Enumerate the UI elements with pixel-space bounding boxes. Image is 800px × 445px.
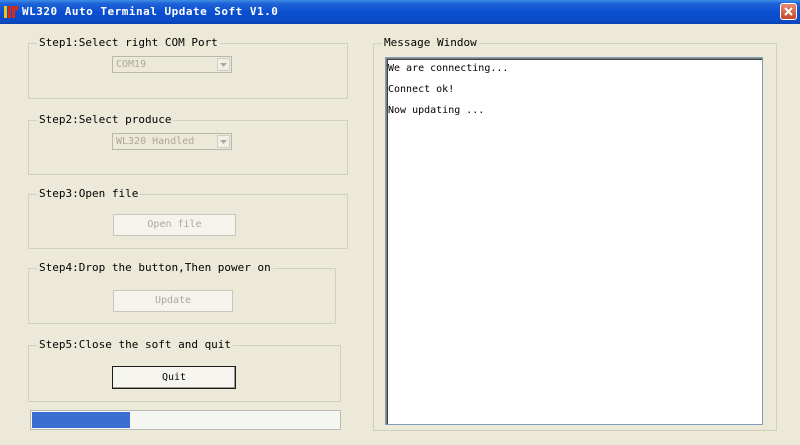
- step1-group: Step1:Select right COM Port COM19: [28, 36, 348, 99]
- product-select[interactable]: WL320 Handled: [112, 133, 232, 150]
- close-button[interactable]: [780, 3, 797, 20]
- com-port-select[interactable]: COM19: [112, 56, 232, 73]
- step1-label: Step1:Select right COM Port: [37, 36, 220, 49]
- com-port-value: COM19: [116, 59, 147, 70]
- quit-button[interactable]: Quit: [112, 366, 236, 389]
- step5-label: Step5:Close the soft and quit: [37, 338, 234, 351]
- step2-label: Step2:Select produce: [37, 113, 174, 126]
- open-file-button-label: Open file: [147, 219, 202, 230]
- step5-group: Step5:Close the soft and quit Quit: [28, 338, 341, 402]
- app-logo-icon: [4, 5, 18, 19]
- update-button-label: Update: [154, 295, 192, 306]
- message-line: Now updating ...: [388, 105, 485, 116]
- product-value: WL320 Handled: [116, 136, 195, 147]
- open-file-button[interactable]: Open file: [113, 214, 236, 236]
- step4-label: Step4:Drop the button,Then power on: [37, 261, 273, 274]
- close-icon: [784, 7, 793, 16]
- chevron-down-icon: [220, 63, 227, 67]
- title-bar[interactable]: WL320 Auto Terminal Update Soft V1.0: [0, 0, 800, 24]
- step4-group: Step4:Drop the button,Then power on Upda…: [28, 261, 336, 324]
- step2-group: Step2:Select produce WL320 Handled: [28, 113, 348, 175]
- message-log[interactable]: We are connecting... Connect ok! Now upd…: [385, 57, 763, 425]
- step3-group: Step3:Open file Open file: [28, 187, 348, 249]
- message-window-label: Message Window: [382, 36, 479, 49]
- message-line: Connect ok!: [388, 84, 455, 95]
- update-button[interactable]: Update: [113, 290, 233, 312]
- dropdown-button[interactable]: [217, 58, 230, 71]
- update-progress-bar: [30, 410, 341, 430]
- progress-fill: [32, 412, 130, 428]
- message-line: We are connecting...: [388, 63, 509, 74]
- window-title: WL320 Auto Terminal Update Soft V1.0: [22, 5, 279, 18]
- chevron-down-icon: [220, 140, 227, 144]
- dropdown-button[interactable]: [217, 135, 230, 148]
- quit-button-label: Quit: [161, 372, 187, 383]
- step3-label: Step3:Open file: [37, 187, 141, 200]
